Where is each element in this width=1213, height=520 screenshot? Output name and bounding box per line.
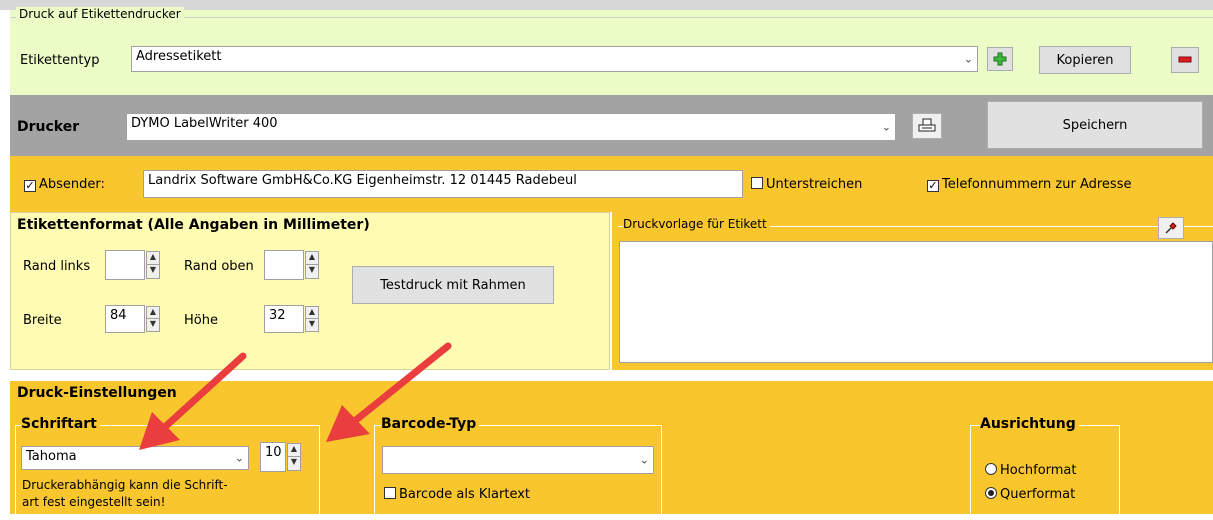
annotation-arrow-right xyxy=(326,342,452,442)
annotation-arrow-left xyxy=(139,352,247,450)
annotation-arrows xyxy=(139,342,452,450)
